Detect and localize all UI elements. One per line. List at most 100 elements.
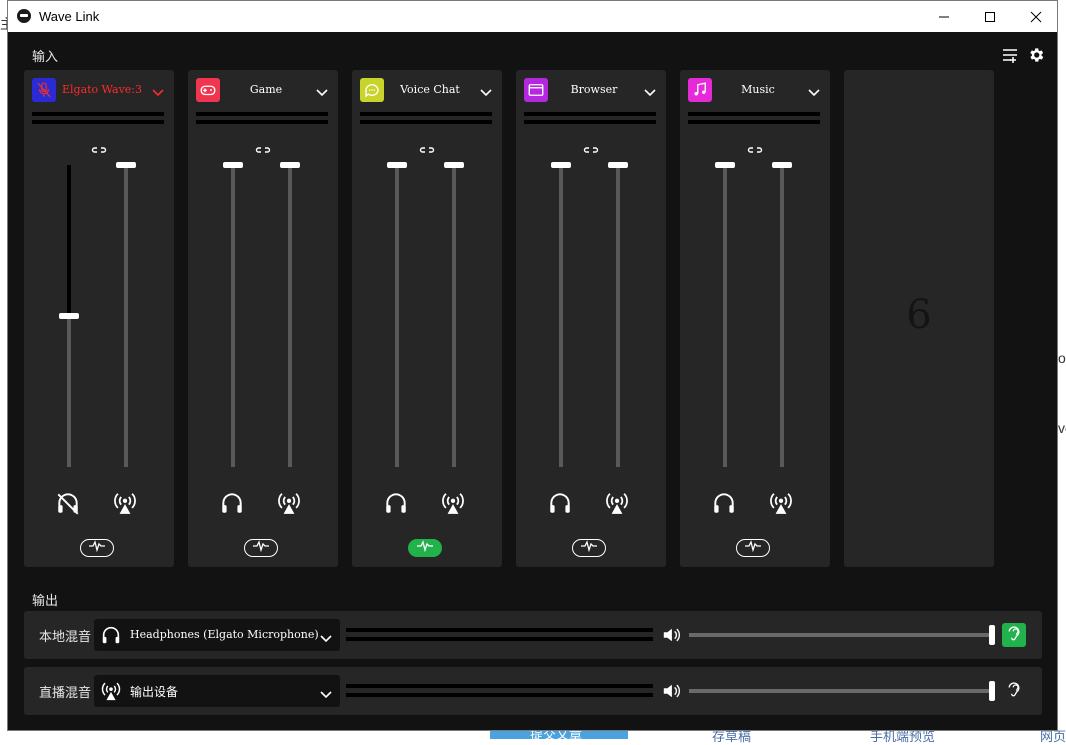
output-volume-slider[interactable]: [689, 689, 989, 693]
title-bar: Wave Link: [8, 1, 1057, 32]
channel-slot-number: 6: [906, 292, 932, 338]
link-icon[interactable]: [90, 142, 108, 153]
output-mix-label: 本地混音: [39, 630, 92, 645]
headphones-icon[interactable]: [711, 490, 737, 516]
chevron-down-icon[interactable]: [152, 84, 164, 97]
ear-icon: [1006, 680, 1022, 703]
level-meter: [32, 120, 164, 124]
stream-fader-thumb[interactable]: [116, 162, 136, 168]
stream-mix-fader[interactable]: [780, 165, 784, 467]
stream-mix-fader[interactable]: [124, 165, 128, 467]
broadcast-icon[interactable]: [604, 490, 630, 516]
broadcast-icon[interactable]: [112, 490, 138, 516]
level-meter: [688, 112, 820, 116]
effects-toggle-button[interactable]: [244, 539, 278, 557]
link-icon[interactable]: [418, 142, 436, 153]
listen-toggle-button[interactable]: [1002, 679, 1026, 703]
add-channel-slot[interactable]: 6: [844, 70, 994, 567]
app-logo-icon: [17, 9, 31, 23]
stream-mix-fader[interactable]: [452, 165, 456, 467]
chat-bubble-icon: [360, 78, 384, 102]
headphones-icon[interactable]: [547, 490, 573, 516]
broadcast-icon[interactable]: [276, 490, 302, 516]
monitor-fader-thumb[interactable]: [223, 162, 243, 168]
chevron-down-icon[interactable]: [320, 630, 332, 643]
stream-mix-fader[interactable]: [616, 165, 620, 467]
music-note-icon: [688, 78, 712, 102]
monitor-fader-thumb[interactable]: [715, 162, 735, 168]
stream-fader-thumb[interactable]: [772, 162, 792, 168]
waveform-icon: [744, 539, 762, 557]
waveform-icon: [252, 539, 270, 557]
output-device-select[interactable]: Headphones (Elgato Microphone): [94, 619, 340, 651]
waveform-icon: [88, 539, 106, 557]
stream-fader-thumb[interactable]: [608, 162, 628, 168]
gear-icon[interactable]: [1027, 46, 1045, 64]
window-title: Wave Link: [39, 9, 100, 24]
level-meter: [196, 120, 328, 124]
chevron-down-icon[interactable]: [320, 686, 332, 699]
level-meter: [524, 120, 656, 124]
channel-header[interactable]: Music: [688, 78, 822, 104]
broadcast-icon[interactable]: [768, 490, 794, 516]
output-device-name: 输出设备: [130, 685, 179, 699]
channel-header[interactable]: Browser: [524, 78, 658, 104]
output-mix-row: 本地混音 Headphones (Elgato Microphone): [24, 611, 1042, 659]
output-device-select[interactable]: 输出设备: [94, 675, 340, 707]
volume-slider-thumb[interactable]: [989, 681, 995, 701]
waveform-icon: [416, 539, 434, 557]
chevron-down-icon[interactable]: [644, 84, 656, 97]
maximize-icon: [985, 11, 995, 22]
chevron-down-icon[interactable]: [480, 84, 492, 97]
effects-toggle-button[interactable]: [736, 539, 770, 557]
minimize-button[interactable]: [921, 1, 967, 32]
channel-header[interactable]: Game: [196, 78, 330, 104]
minimize-icon: [939, 16, 949, 17]
channel-header[interactable]: Voice Chat: [360, 78, 494, 104]
speaker-icon[interactable]: [660, 682, 682, 700]
listen-toggle-button[interactable]: [1002, 623, 1026, 647]
output-volume-slider[interactable]: [689, 633, 989, 637]
stream-fader-thumb[interactable]: [444, 162, 464, 168]
level-meter: [32, 112, 164, 116]
monitor-mix-fader[interactable]: [231, 165, 235, 467]
level-meter: [196, 112, 328, 116]
channel-strip: Browser: [516, 70, 666, 567]
background-text-fragment: o: [1058, 350, 1066, 366]
broadcast-icon[interactable]: [440, 490, 466, 516]
monitor-fader-thumb[interactable]: [387, 162, 407, 168]
stream-mix-fader[interactable]: [288, 165, 292, 467]
level-meter: [524, 112, 656, 116]
channel-name: Music: [741, 83, 775, 96]
headphones-icon[interactable]: [383, 490, 409, 516]
link-icon[interactable]: [254, 142, 272, 153]
chevron-down-icon[interactable]: [808, 84, 820, 97]
channel-name: Voice Chat: [400, 83, 460, 96]
top-toolbar: [1001, 46, 1045, 64]
monitor-fader-thumb[interactable]: [551, 162, 571, 168]
link-icon[interactable]: [746, 142, 764, 153]
headphones-icon[interactable]: [219, 490, 245, 516]
mic-muted-icon: [32, 78, 56, 102]
output-level-meter: [346, 693, 653, 697]
effects-toggle-button[interactable]: [408, 539, 442, 557]
outputs-section-label: 输出: [32, 594, 59, 609]
volume-slider-thumb[interactable]: [989, 625, 995, 645]
headphones-muted-icon[interactable]: [55, 490, 81, 516]
speaker-icon[interactable]: [660, 626, 682, 644]
stream-fader-thumb[interactable]: [280, 162, 300, 168]
link-icon[interactable]: [582, 142, 600, 153]
close-button[interactable]: [1013, 1, 1057, 32]
monitor-mix-fader[interactable]: [559, 165, 563, 467]
monitor-mix-fader[interactable]: [723, 165, 727, 467]
monitor-mix-fader[interactable]: [395, 165, 399, 467]
output-level-meter: [346, 637, 653, 641]
monitor-fader-thumb[interactable]: [59, 313, 79, 319]
maximize-button[interactable]: [967, 1, 1013, 32]
output-level-meter: [346, 628, 653, 632]
channel-header[interactable]: Elgato Wave:3: [32, 78, 166, 104]
mixer-settings-icon[interactable]: [1001, 46, 1019, 64]
effects-toggle-button[interactable]: [80, 539, 114, 557]
effects-toggle-button[interactable]: [572, 539, 606, 557]
chevron-down-icon[interactable]: [316, 84, 328, 97]
